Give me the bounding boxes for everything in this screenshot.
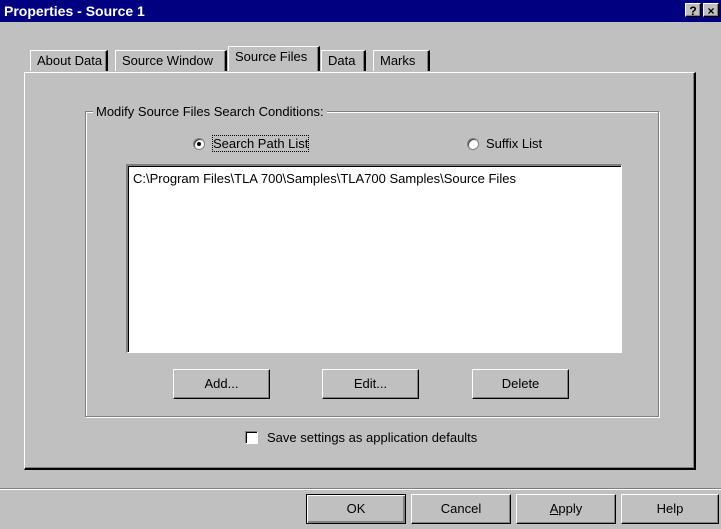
- tab-data[interactable]: Data: [321, 50, 366, 71]
- tab-source-files[interactable]: Source Files: [228, 46, 320, 71]
- tab-source-window[interactable]: Source Window: [115, 50, 227, 71]
- tab-panel-source-files: [24, 72, 696, 470]
- help-button[interactable]: Help: [621, 494, 719, 524]
- window-title: Properties - Source 1: [4, 3, 145, 19]
- cancel-button[interactable]: Cancel: [411, 494, 511, 524]
- tab-marks[interactable]: Marks: [373, 50, 430, 71]
- apply-button[interactable]: Apply: [516, 494, 616, 524]
- help-icon[interactable]: ?: [685, 3, 701, 18]
- close-icon[interactable]: ×: [703, 3, 719, 18]
- ok-button[interactable]: OK: [306, 494, 406, 524]
- apply-label-rest: pply: [558, 501, 583, 516]
- properties-dialog: Properties - Source 1 ? × About Data Sou…: [0, 0, 721, 529]
- tab-about-data[interactable]: About Data: [30, 50, 108, 71]
- title-bar[interactable]: Properties - Source 1 ? ×: [0, 0, 721, 22]
- footer-separator: [0, 488, 721, 490]
